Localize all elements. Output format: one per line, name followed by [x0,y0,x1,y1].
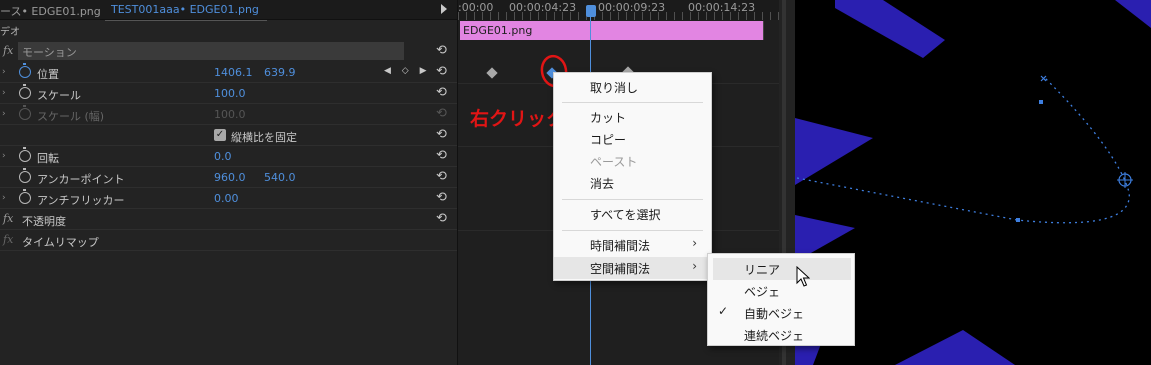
submenu-arrow-icon: › [692,259,697,273]
right-click-annotation: 右クリック [470,108,566,130]
context-menu: 取り消し カット コピー ペースト 消去 すべてを選択 時間補間法 › 空間補間… [553,72,712,281]
menu-item-paste: ペースト [590,155,638,169]
menu-item-label: 自動ベジェ [744,307,805,321]
submenu-item-continuous-bezier[interactable]: 連続ベジェ [708,324,854,346]
submenu-item-linear[interactable]: リニア [713,258,851,280]
interpolation-submenu: リニア ベジェ ✓ 自動ベジェ 連続ベジェ [707,253,855,346]
menu-separator [562,230,703,231]
mouse-cursor-icon [796,266,810,287]
submenu-arrow-icon: › [692,236,697,250]
menu-item-select-all[interactable]: すべてを選択 [554,203,711,225]
checkmark-icon: ✓ [718,304,729,318]
menu-item-copy[interactable]: コピー [554,128,711,150]
menu-item-label: 空間補間法 [590,262,651,276]
submenu-item-auto-bezier[interactable]: ✓ 自動ベジェ [708,302,854,324]
menu-separator [562,102,703,103]
menu-separator [562,199,703,200]
menu-item-clear[interactable]: 消去 [554,172,711,194]
menu-item-spatial-interpolation[interactable]: 空間補間法 › [554,257,711,279]
menu-item-label: 時間補間法 [590,239,651,253]
menu-item-cut[interactable]: カット [554,106,711,128]
menu-item-undo[interactable]: 取り消し [554,76,711,98]
menu-item-temporal-interpolation[interactable]: 時間補間法 › [554,234,711,256]
submenu-item-bezier[interactable]: ベジェ [708,280,854,302]
